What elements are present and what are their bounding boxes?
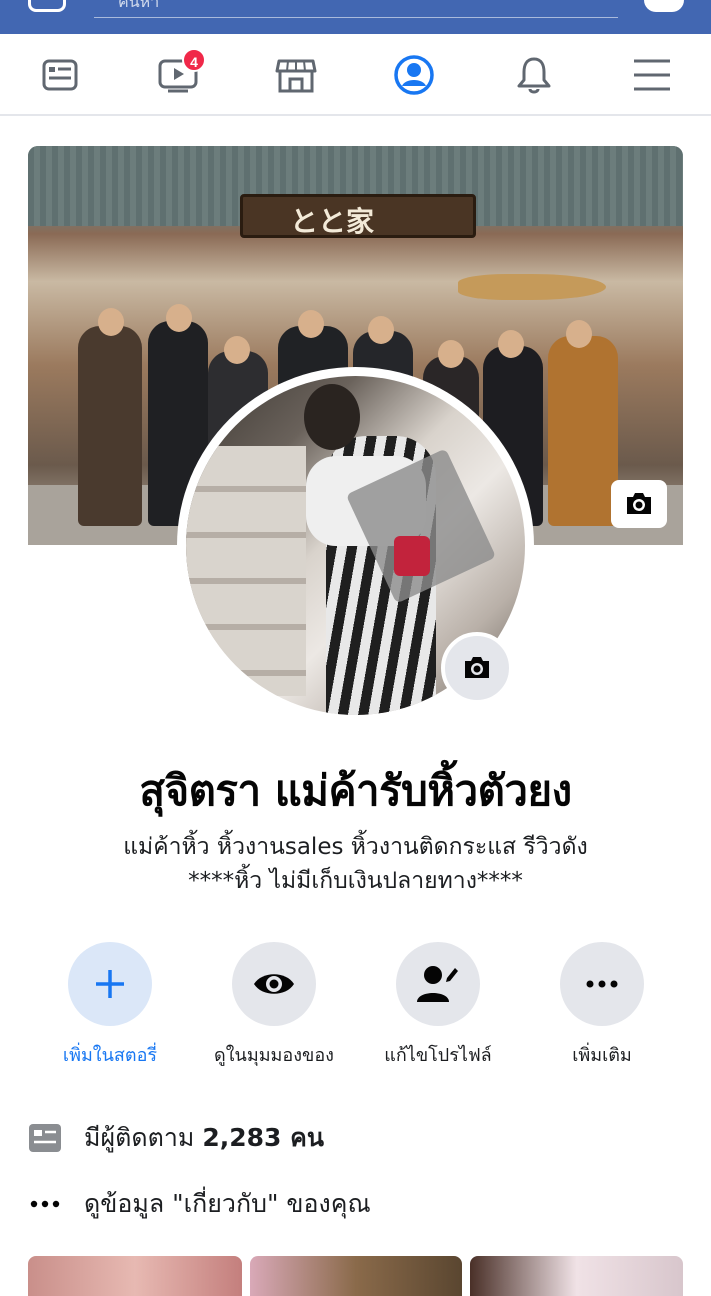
followers-count: 2,283 คน [202,1123,324,1152]
change-cover-button[interactable] [611,480,667,528]
nav-watch[interactable]: 4 [154,48,206,98]
nav-marketplace[interactable] [272,52,320,98]
facebook-logo-icon[interactable] [28,0,66,12]
search-input[interactable]: ค้นหา [94,0,618,18]
avatar-bg-head [304,384,360,450]
followers-row[interactable]: มีผู้ติดตาม 2,283 คน [28,1116,688,1160]
nav-notifications[interactable] [510,52,558,98]
camera-icon [627,493,651,514]
camera-icon [465,657,489,678]
photo-thumbnail[interactable] [28,1256,242,1296]
about-row[interactable]: ดูข้อมูล "เกี่ยวกับ" ของคุณ [28,1182,688,1226]
edit-profile-label: แก้ไขโปรไฟล์ [384,1045,492,1066]
change-profile-picture-button[interactable] [441,632,513,704]
add-to-story-button[interactable]: เพิ่มในสตอรี่ [30,942,190,1069]
bell-icon [517,57,551,94]
nav-news-feed[interactable] [36,52,84,98]
eye-icon [254,974,294,994]
avatar-bg-red-item [394,536,430,576]
notification-badge: 4 [182,48,206,72]
avatar-bg-shelf [186,446,306,696]
followers-icon [28,1121,62,1155]
nav-profile[interactable] [390,52,438,98]
edit-profile-circle [396,942,480,1026]
photo-thumbnail[interactable] [470,1256,683,1296]
hamburger-icon [634,59,670,91]
plus-icon [96,970,124,998]
profile-name: สุจิตรา แม่ค้ารับหิ้วตัวยง [139,766,572,815]
news-feed-icon [42,59,78,91]
more-icon [586,980,618,988]
followers-text: มีผู้ติดตาม 2,283 คน [84,1118,324,1158]
photo-thumbnail[interactable] [250,1256,462,1296]
bio-line-2: ****หิ้ว ไม่มีเก็บเงินปลายทาง**** [188,868,523,894]
about-text: ดูข้อมูล "เกี่ยวกับ" ของคุณ [84,1189,371,1218]
edit-profile-icon [417,966,458,1002]
add-to-story-circle [68,942,152,1026]
view-as-label: ดูในมุมมองของ [214,1045,334,1066]
profile-icon [394,55,434,95]
nav-bar: 4 [0,34,711,116]
profile-bio: แม่ค้าหิ้ว หิ้วงานsales หิ้วงานติดกระแส … [0,830,711,898]
more-circle [560,942,644,1026]
edit-profile-button[interactable]: แก้ไขโปรไฟล์ [358,942,518,1069]
store-icon [275,59,317,93]
messenger-icon[interactable] [644,0,684,12]
more-dots-icon [28,1187,62,1221]
followers-prefix: มีผู้ติดตาม [84,1123,195,1152]
top-bar: ค้นหา [0,0,711,34]
add-to-story-label: เพิ่มในสตอรี่ [62,1045,158,1066]
more-button[interactable]: เพิ่มเติม [522,942,682,1069]
more-label: เพิ่มเติม [572,1045,632,1066]
view-as-circle [232,942,316,1026]
view-as-button[interactable]: ดูในมุมมองของ [194,942,354,1069]
cover-sign-text: とと家 [290,205,375,238]
nav-menu[interactable] [628,52,676,98]
bio-line-1: แม่ค้าหิ้ว หิ้วงานsales หิ้วงานติดกระแส … [123,834,588,860]
